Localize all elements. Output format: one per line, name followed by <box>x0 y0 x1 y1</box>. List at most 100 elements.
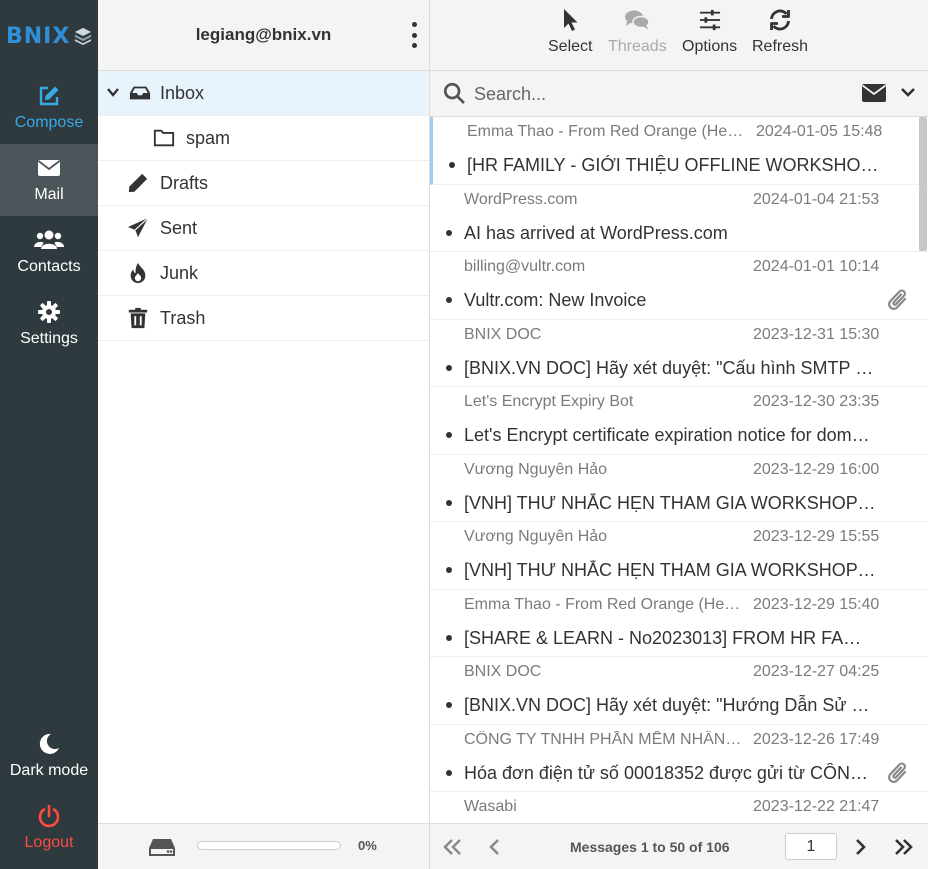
last-page-icon[interactable] <box>892 837 914 857</box>
nav-contacts[interactable]: Contacts <box>0 216 98 288</box>
message-subject: Hóa đơn điện tử số 00018352 được gửi từ … <box>464 762 876 783</box>
folder-inbox[interactable]: Inbox <box>98 71 429 116</box>
search-bar <box>430 71 928 117</box>
logout-label: Logout <box>24 834 74 851</box>
nav-settings[interactable]: Settings <box>0 288 98 360</box>
message-row[interactable]: Wasabi 2023-12-22 21:47 <box>430 792 928 823</box>
message-from: BNIX DOC <box>464 663 542 680</box>
message-date: 2023-12-29 15:55 <box>753 528 880 545</box>
quota-footer: 0% <box>98 823 429 869</box>
message-row[interactable]: Vương Nguyên Hảo 2023-12-29 16:00 [VNH] TH… <box>430 455 928 522</box>
message-date: 2024-01-01 10:14 <box>753 258 880 275</box>
logout-button[interactable]: Logout <box>0 792 98 864</box>
threads-label: Threads <box>608 38 667 55</box>
nav-compose[interactable]: Compose <box>0 72 98 144</box>
account-email: legiang@bnix.vn <box>195 25 332 44</box>
chevron-down-icon[interactable] <box>900 84 916 100</box>
message-subject: [HR FAMILY - GIỚI THIỆU OFFLINE WORKSHOP… <box>467 155 879 175</box>
moon-icon <box>39 733 59 754</box>
unread-dot <box>446 432 452 438</box>
envelope-icon[interactable] <box>862 83 886 103</box>
app-logo: BNIX <box>6 22 94 50</box>
message-date: 2023-12-31 15:30 <box>753 325 880 343</box>
message-date: 2024-01-04 21:53 <box>753 190 880 208</box>
sliders-icon <box>699 9 720 31</box>
message-date: 2023-12-29 15:40 <box>753 595 880 613</box>
message-pane: Select Threads Options Refresh Search...… <box>430 0 928 869</box>
users-icon <box>34 230 64 249</box>
message-from: Let's Encrypt Expiry Bot <box>464 393 634 410</box>
unread-dot <box>446 634 452 641</box>
nav-mail[interactable]: Mail <box>0 144 98 216</box>
message-from: Emma Thao - From Red Orange (Head… <box>467 123 747 140</box>
paperclip-icon <box>888 761 907 783</box>
refresh-button[interactable]: Refresh <box>752 8 808 64</box>
message-row[interactable]: BNIX DOC 2023-12-31 15:30 [BNIX.VN DOC] Hã… <box>430 320 928 387</box>
previous-page-icon[interactable] <box>484 837 506 857</box>
unread-dot <box>446 702 452 708</box>
select-button[interactable]: Select <box>548 8 592 64</box>
trash-icon <box>128 307 148 329</box>
message-from: billing@vultr.com <box>464 258 586 275</box>
folder-spam[interactable]: spam <box>98 116 429 161</box>
folder-sent[interactable]: Sent <box>98 206 429 251</box>
folder-junk[interactable]: Junk <box>98 251 429 296</box>
dark-mode-label: Dark mode <box>9 762 89 779</box>
message-from: Vương Nguyên Hảo <box>464 460 608 478</box>
message-row[interactable]: CÔNG TY TNHH PHẦN MỀM NHÂN H… 2023-12-26 … <box>430 725 928 792</box>
message-date: 2023-12-29 16:00 <box>753 460 880 478</box>
message-from: CÔNG TY TNHH PHẦN MỀM NHÂN H… <box>464 730 744 748</box>
comments-icon <box>625 10 651 30</box>
message-list[interactable]: Emma Thao - From Red Orange (Head… 2024-0… <box>430 117 928 823</box>
folder-label: Drafts <box>160 173 209 193</box>
message-row[interactable]: Emma Thao - From Red Orange (Head… 2023-1… <box>430 590 928 657</box>
logo-text: BNIX <box>6 23 71 49</box>
message-from: Emma Thao - From Red Orange (Head… <box>464 595 744 613</box>
nav-settings-label: Settings <box>20 330 78 347</box>
message-row[interactable]: Vương Nguyên Hảo 2023-12-29 15:55 [VNH] TH… <box>430 522 928 590</box>
power-icon <box>38 804 60 828</box>
message-row[interactable]: WordPress.com 2024-01-04 21:53 AI has arri… <box>430 185 928 252</box>
message-from: WordPress.com <box>464 190 578 208</box>
message-from: BNIX DOC <box>464 325 542 343</box>
search-icon <box>443 82 465 104</box>
message-row[interactable]: billing@vultr.com 2024-01-01 10:14 Vultr.c… <box>430 252 928 320</box>
message-toolbar: Select Threads Options Refresh <box>430 0 928 71</box>
unread-dot <box>446 297 452 303</box>
folder-drafts[interactable]: Drafts <box>98 161 429 206</box>
hard-drive-icon <box>149 839 175 856</box>
message-row[interactable]: Emma Thao - From Red Orange (Head… 2024-0… <box>430 117 928 185</box>
folder-pane-header: legiang@bnix.vn <box>98 0 429 71</box>
folder-trash[interactable]: Trash <box>98 296 429 341</box>
unread-dot <box>446 769 452 776</box>
message-list-scrollbar[interactable] <box>919 117 927 251</box>
dark-mode-toggle[interactable]: Dark mode <box>0 720 98 792</box>
next-page-icon[interactable] <box>849 837 871 857</box>
options-button[interactable]: Options <box>682 8 737 64</box>
main-navigation: BNIX Compose Mail Contacts Settings Dark… <box>0 0 98 869</box>
fire-icon <box>130 262 146 284</box>
message-from: Vương Nguyên Hảo <box>464 528 608 545</box>
cursor-icon <box>564 9 578 31</box>
message-from: Wasabi <box>464 798 517 815</box>
first-page-icon[interactable] <box>442 837 464 857</box>
account-menu-icon[interactable] <box>409 22 419 48</box>
message-date: 2024-01-05 15:48 <box>756 123 883 140</box>
search-input[interactable] <box>474 79 834 109</box>
message-date: 2023-12-26 17:49 <box>753 730 880 748</box>
page-number-input[interactable] <box>785 833 837 860</box>
quota-percent: 0% <box>358 838 377 853</box>
paper-plane-icon <box>127 217 149 238</box>
threads-button[interactable]: Threads <box>608 8 667 64</box>
message-row[interactable]: BNIX DOC 2023-12-27 04:25 [BNIX.VN DOC] Hã… <box>430 657 928 725</box>
pencil-icon <box>128 173 148 193</box>
message-subject: [SHARE & LEARN - No2023013] FROM HR FAMI… <box>464 627 876 648</box>
folder-label: Junk <box>160 263 199 283</box>
chevron-down-icon[interactable] <box>106 85 120 99</box>
folder-pane: legiang@bnix.vn Inbox spam Drafts Sent J… <box>98 0 430 869</box>
folder-label: Trash <box>160 308 206 328</box>
nav-compose-label: Compose <box>14 114 84 131</box>
message-date: 2023-12-27 04:25 <box>753 663 880 680</box>
message-row[interactable]: Let's Encrypt Expiry Bot 2023-12-30 23:35… <box>430 387 928 455</box>
message-subject: [VNH] THƯ NHẮC HẸN THAM GIA WORKSHOP "TI… <box>464 560 876 580</box>
